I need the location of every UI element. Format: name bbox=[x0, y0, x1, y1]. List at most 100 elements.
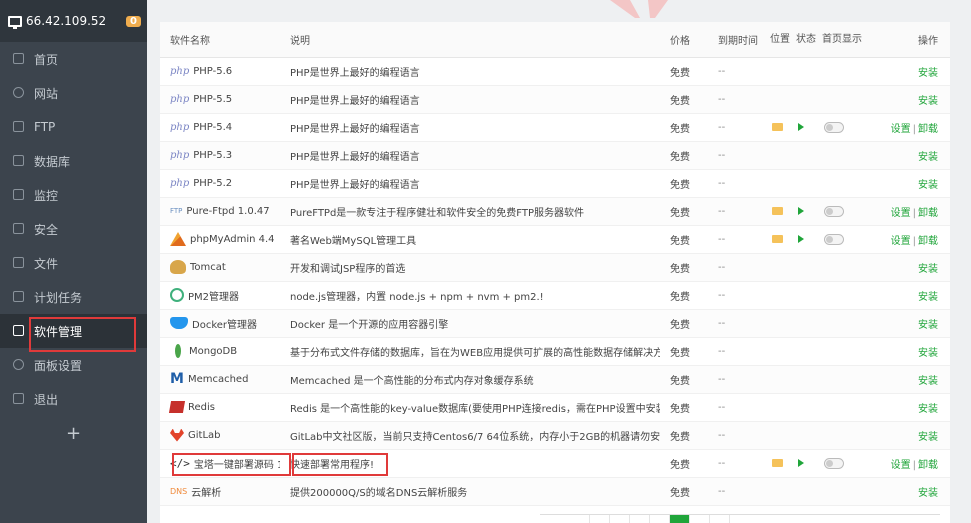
table-row: MongoDB 基于分布式文件存储的数据库，旨在为WEB应用提供可扩展的高性能数据… bbox=[160, 337, 950, 366]
uninstall-link[interactable]: 卸载 bbox=[918, 208, 938, 219]
running-play-icon[interactable] bbox=[798, 206, 804, 215]
expire: -- bbox=[708, 281, 766, 310]
status-cell bbox=[792, 85, 818, 114]
settings-link[interactable]: 设置 bbox=[891, 208, 911, 219]
pos-cell bbox=[766, 421, 792, 450]
home-display-toggle[interactable] bbox=[824, 206, 844, 217]
calendar-icon bbox=[13, 291, 24, 302]
page-button[interactable] bbox=[570, 515, 590, 523]
software-name-cell: php PHP-5.5 bbox=[160, 85, 280, 114]
running-play-icon[interactable] bbox=[798, 458, 804, 467]
php-icon: php bbox=[170, 177, 190, 189]
price: 免费 bbox=[660, 225, 708, 254]
sidebar-item-3[interactable]: 数据库 bbox=[0, 144, 147, 178]
software-name-cell: DNS 云解析 bbox=[160, 477, 280, 506]
tomcat-icon bbox=[170, 260, 186, 274]
sidebar-item-7[interactable]: 计划任务 bbox=[0, 280, 147, 314]
pos-cell bbox=[766, 169, 792, 198]
monitor-icon bbox=[8, 15, 22, 29]
col-price: 价格 bbox=[660, 22, 708, 58]
status-cell bbox=[792, 253, 818, 282]
price: 免费 bbox=[660, 449, 708, 478]
pos-cell bbox=[766, 477, 792, 506]
install-link[interactable]: 安装 bbox=[918, 320, 938, 331]
folder-icon[interactable] bbox=[772, 458, 783, 467]
home-cell bbox=[818, 225, 866, 254]
home-display-toggle[interactable] bbox=[824, 234, 844, 245]
sidebar-item-0[interactable]: 首页 bbox=[0, 42, 147, 76]
page-button[interactable] bbox=[610, 515, 630, 523]
software-desc: PHP是世界上最好的编程语言 bbox=[280, 85, 660, 114]
software-desc: 提供200000Q/S的域名DNS云解析服务 bbox=[280, 477, 660, 506]
page-button[interactable] bbox=[650, 515, 670, 523]
pma-icon bbox=[170, 232, 186, 246]
software-name: PHP-5.2 bbox=[193, 177, 233, 189]
home-display-toggle[interactable] bbox=[824, 458, 844, 469]
software-name-cell: Docker管理器 bbox=[160, 309, 280, 338]
highlight-box-software-menu bbox=[29, 317, 136, 352]
notification-badge[interactable]: 0 bbox=[126, 15, 141, 27]
expire: -- bbox=[708, 253, 766, 282]
uninstall-link[interactable]: 卸载 bbox=[918, 460, 938, 471]
software-desc: 著名Web端MySQL管理工具 bbox=[280, 225, 660, 254]
sidebar-item-6[interactable]: 文件 bbox=[0, 246, 147, 280]
action-cell: 安装 bbox=[866, 57, 950, 86]
col-desc: 说明 bbox=[280, 22, 660, 58]
uninstall-link[interactable]: 卸载 bbox=[918, 124, 938, 135]
expire: -- bbox=[708, 113, 766, 142]
add-button[interactable]: + bbox=[0, 416, 147, 450]
pos-cell bbox=[766, 141, 792, 170]
folder-icon[interactable] bbox=[772, 122, 783, 131]
page-button[interactable] bbox=[590, 515, 610, 523]
software-name: Tomcat bbox=[190, 261, 226, 273]
install-link[interactable]: 安装 bbox=[918, 180, 938, 191]
home-cell bbox=[818, 393, 866, 422]
home-cell bbox=[818, 85, 866, 114]
sidebar-item-label: 首页 bbox=[34, 52, 59, 67]
page-button[interactable] bbox=[630, 515, 650, 523]
software-desc: node.js管理器，内置 node.js + npm + nvm + pm2.… bbox=[280, 281, 660, 310]
sidebar-item-2[interactable]: FTP bbox=[0, 110, 147, 144]
settings-link[interactable]: 设置 bbox=[891, 124, 911, 135]
folder-icon[interactable] bbox=[772, 234, 783, 243]
install-link[interactable]: 安装 bbox=[918, 96, 938, 107]
action-cell: 安装 bbox=[866, 477, 950, 506]
running-play-icon[interactable] bbox=[798, 122, 804, 131]
software-desc: Memcached 是一个高性能的分布式内存对象缓存系统 bbox=[280, 365, 660, 394]
running-play-icon[interactable] bbox=[798, 234, 804, 243]
settings-link[interactable]: 设置 bbox=[891, 236, 911, 247]
install-link[interactable]: 安装 bbox=[918, 152, 938, 163]
page-button[interactable] bbox=[710, 515, 730, 523]
sidebar-item-label: 监控 bbox=[34, 188, 59, 203]
settings-link[interactable]: 设置 bbox=[891, 460, 911, 471]
home-cell bbox=[818, 57, 866, 86]
software-table: 软件名称 说明 价格 到期时间 位置 状态 首页显示 操作 php PHP-5.6… bbox=[160, 22, 950, 506]
folder-icon[interactable] bbox=[772, 206, 783, 215]
sidebar-item-4[interactable]: 监控 bbox=[0, 178, 147, 212]
table-row: PM2管理器 node.js管理器，内置 node.js + npm + nvm … bbox=[160, 281, 950, 310]
software-name-cell: FTP Pure-Ftpd 1.0.47 bbox=[160, 197, 280, 226]
sidebar-item-1[interactable]: 网站 bbox=[0, 76, 147, 110]
sidebar-item-5[interactable]: 安全 bbox=[0, 212, 147, 246]
install-link[interactable]: 安装 bbox=[918, 432, 938, 443]
sidebar-item-9[interactable]: 面板设置 bbox=[0, 348, 147, 382]
price: 免费 bbox=[660, 421, 708, 450]
software-name: 云解析 bbox=[191, 487, 222, 499]
install-link[interactable]: 安装 bbox=[918, 292, 938, 303]
status-cell bbox=[792, 477, 818, 506]
install-link[interactable]: 安装 bbox=[918, 264, 938, 275]
price: 免费 bbox=[660, 393, 708, 422]
software-name-cell: MongoDB bbox=[160, 337, 280, 366]
install-link[interactable]: 安装 bbox=[918, 348, 938, 359]
gear-icon bbox=[13, 359, 24, 370]
uninstall-link[interactable]: 卸载 bbox=[918, 236, 938, 247]
sidebar-item-10[interactable]: 退出 bbox=[0, 382, 147, 416]
page-button[interactable] bbox=[670, 515, 690, 523]
install-link[interactable]: 安装 bbox=[918, 68, 938, 79]
page-button[interactable] bbox=[690, 515, 710, 523]
expire: -- bbox=[708, 141, 766, 170]
home-display-toggle[interactable] bbox=[824, 122, 844, 133]
install-link[interactable]: 安装 bbox=[918, 488, 938, 499]
install-link[interactable]: 安装 bbox=[918, 404, 938, 415]
install-link[interactable]: 安装 bbox=[918, 376, 938, 387]
